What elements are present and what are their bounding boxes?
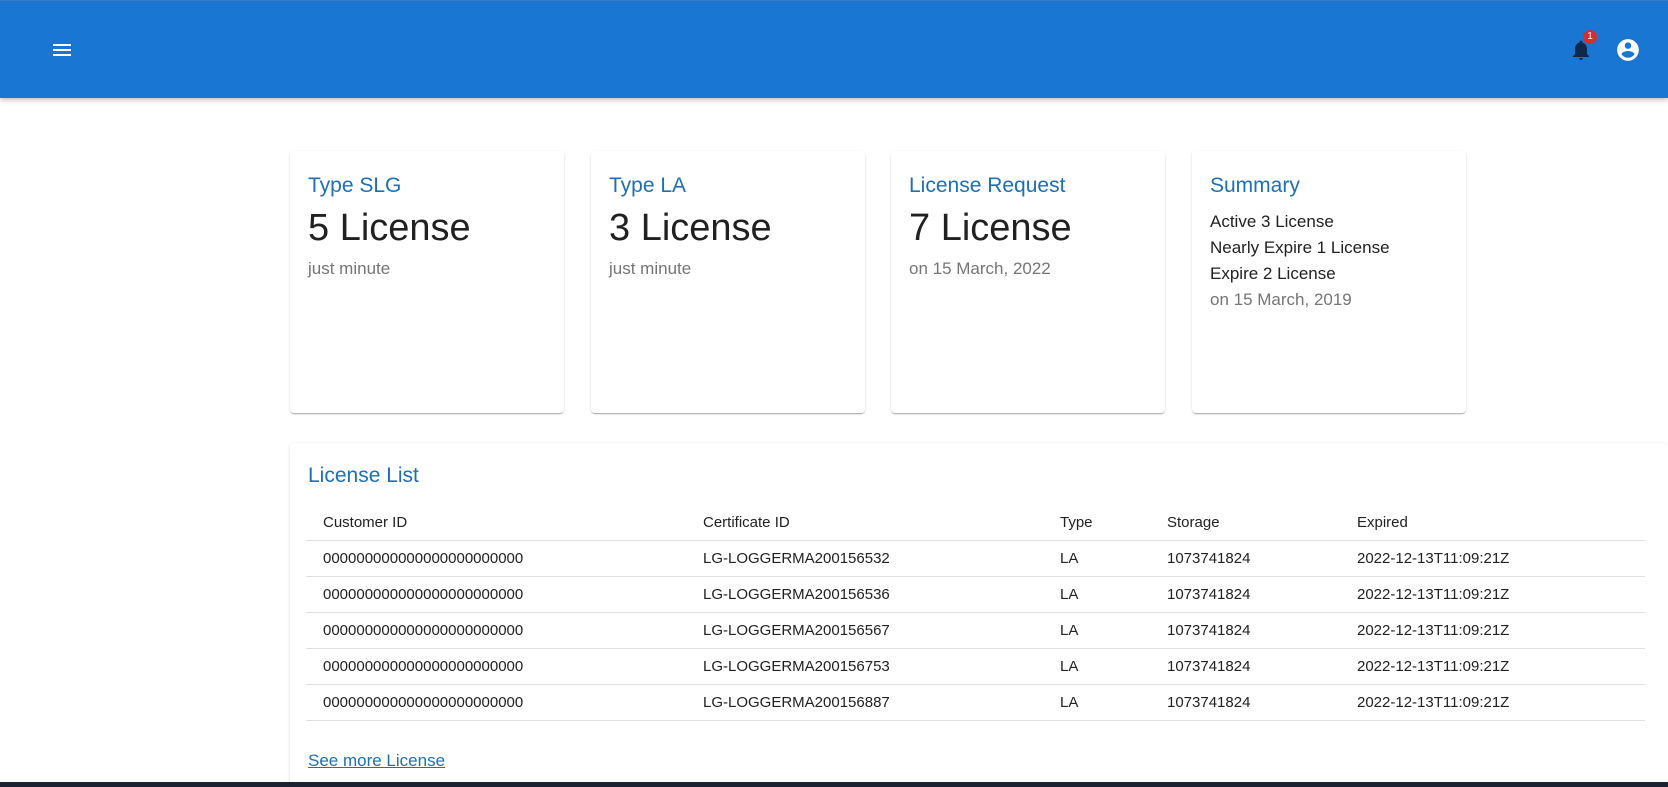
expired-cell: 2022-12-13T11:09:21Z bbox=[1340, 684, 1645, 721]
column-header-expired: Expired bbox=[1340, 504, 1645, 541]
license-list-title: License List bbox=[308, 464, 419, 487]
license-list-panel: License List Customer ID Certificate ID … bbox=[290, 443, 1668, 787]
storage-cell: 1073741824 bbox=[1150, 684, 1340, 721]
table-row[interactable]: 000000000000000000000000 LG-LOGGERMA2001… bbox=[306, 576, 1645, 613]
customer-id-cell: 000000000000000000000000 bbox=[306, 576, 686, 613]
customer-id-cell: 000000000000000000000000 bbox=[306, 540, 686, 577]
app-bar: 1 bbox=[0, 0, 1668, 98]
storage-cell: 1073741824 bbox=[1150, 612, 1340, 649]
type-cell: LA bbox=[1043, 540, 1150, 577]
summary-expire: Expire 2 License bbox=[1210, 264, 1336, 283]
card-subtitle: just minute bbox=[609, 259, 692, 278]
type-cell: LA bbox=[1043, 576, 1150, 613]
column-header-storage: Storage bbox=[1150, 504, 1340, 541]
card-title: License Request bbox=[909, 174, 1066, 197]
card-subtitle: on 15 March, 2022 bbox=[909, 259, 1051, 278]
storage-cell: 1073741824 bbox=[1150, 576, 1340, 613]
card-value: 5 License bbox=[308, 207, 471, 249]
customer-id-cell: 000000000000000000000000 bbox=[306, 612, 686, 649]
bottom-edge bbox=[0, 782, 1668, 787]
card-subtitle: on 15 March, 2019 bbox=[1210, 290, 1352, 309]
card-title: Type LA bbox=[609, 174, 687, 197]
card-value: 3 License bbox=[609, 207, 772, 249]
type-cell: LA bbox=[1043, 612, 1150, 649]
card-license-request: License Request 7 License on 15 March, 2… bbox=[891, 151, 1165, 413]
card-title: Summary bbox=[1210, 174, 1300, 197]
type-cell: LA bbox=[1043, 648, 1150, 685]
license-table: Customer ID Certificate ID Type Storage … bbox=[306, 504, 1645, 721]
column-header-certificate-id: Certificate ID bbox=[686, 504, 1043, 541]
card-type-slg: Type SLG 5 License just minute bbox=[290, 151, 564, 413]
type-cell: LA bbox=[1043, 684, 1150, 721]
certificate-id-cell: LG-LOGGERMA200156536 bbox=[686, 576, 1043, 613]
expired-cell: 2022-12-13T11:09:21Z bbox=[1340, 612, 1645, 649]
customer-id-cell: 000000000000000000000000 bbox=[306, 684, 686, 721]
table-row[interactable]: 000000000000000000000000 LG-LOGGERMA2001… bbox=[306, 540, 1645, 577]
card-subtitle: just minute bbox=[308, 259, 391, 278]
table-row[interactable]: 000000000000000000000000 LG-LOGGERMA2001… bbox=[306, 612, 1645, 649]
storage-cell: 1073741824 bbox=[1150, 648, 1340, 685]
certificate-id-cell: LG-LOGGERMA200156887 bbox=[686, 684, 1043, 721]
storage-cell: 1073741824 bbox=[1150, 540, 1340, 577]
certificate-id-cell: LG-LOGGERMA200156567 bbox=[686, 612, 1043, 649]
table-header-row: Customer ID Certificate ID Type Storage … bbox=[306, 504, 1645, 541]
card-title: Type SLG bbox=[308, 174, 402, 197]
customer-id-cell: 000000000000000000000000 bbox=[306, 648, 686, 685]
summary-active: Active 3 License bbox=[1210, 212, 1334, 231]
notification-badge: 1 bbox=[1583, 30, 1597, 44]
expired-cell: 2022-12-13T11:09:21Z bbox=[1340, 576, 1645, 613]
certificate-id-cell: LG-LOGGERMA200156753 bbox=[686, 648, 1043, 685]
card-summary: Summary Active 3 License Nearly Expire 1… bbox=[1192, 151, 1466, 413]
table-row[interactable]: 000000000000000000000000 LG-LOGGERMA2001… bbox=[306, 648, 1645, 685]
notifications-button[interactable]: 1 bbox=[1561, 30, 1601, 70]
account-circle-icon bbox=[1617, 39, 1639, 61]
menu-button[interactable] bbox=[42, 30, 82, 70]
column-header-type: Type bbox=[1043, 504, 1150, 541]
expired-cell: 2022-12-13T11:09:21Z bbox=[1340, 648, 1645, 685]
account-button[interactable] bbox=[1608, 30, 1648, 70]
card-value: 7 License bbox=[909, 207, 1072, 249]
card-type-la: Type LA 3 License just minute bbox=[591, 151, 865, 413]
summary-nearly-expire: Nearly Expire 1 License bbox=[1210, 238, 1390, 257]
column-header-customer-id: Customer ID bbox=[306, 504, 686, 541]
certificate-id-cell: LG-LOGGERMA200156532 bbox=[686, 540, 1043, 577]
table-row[interactable]: 000000000000000000000000 LG-LOGGERMA2001… bbox=[306, 684, 1645, 721]
see-more-license-link[interactable]: See more License bbox=[308, 751, 445, 771]
hamburger-menu-icon bbox=[53, 44, 71, 56]
expired-cell: 2022-12-13T11:09:21Z bbox=[1340, 540, 1645, 577]
